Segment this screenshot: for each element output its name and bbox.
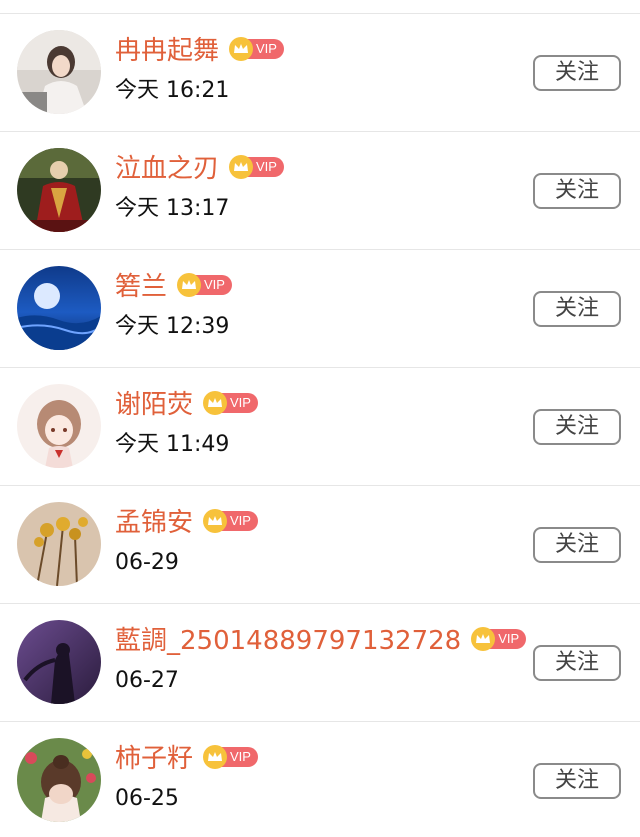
avatar[interactable] xyxy=(17,266,101,350)
follow-button[interactable]: 关注 xyxy=(533,173,621,209)
follow-time: 06-29 xyxy=(115,550,179,575)
avatar[interactable] xyxy=(17,148,101,232)
crown-icon xyxy=(229,154,254,179)
vip-badge: VIP xyxy=(203,744,258,769)
follow-button[interactable]: 关注 xyxy=(533,55,621,91)
user-name[interactable]: 藍調_25014889797132728 VIP xyxy=(115,625,527,657)
vip-badge: VIP xyxy=(177,272,232,297)
avatar[interactable] xyxy=(17,30,101,114)
follow-button[interactable]: 关注 xyxy=(533,409,621,445)
follow-button[interactable]: 关注 xyxy=(533,291,621,327)
follow-time: 今天 16:21 xyxy=(115,78,230,103)
vip-badge: VIP xyxy=(203,508,258,533)
crown-icon xyxy=(203,508,228,533)
follow-time: 今天 13:17 xyxy=(115,196,230,221)
user-name[interactable]: 孟锦安 VIP xyxy=(115,507,258,539)
user-name[interactable]: 谢陌荧 VIP xyxy=(115,389,258,421)
follow-button[interactable]: 关注 xyxy=(533,645,621,681)
user-name[interactable]: 冉冉起舞 VIP xyxy=(115,35,284,67)
follow-time: 06-27 xyxy=(115,668,179,693)
follower-list: 冉冉起舞 VIP 今天 16:21 关注 泣血之刃 VIP 今天 13:17 关注 xyxy=(0,0,640,837)
vip-badge: VIP xyxy=(471,626,527,651)
crown-icon xyxy=(203,744,228,769)
list-item[interactable]: 泣血之刃 VIP 今天 13:17 关注 xyxy=(0,132,640,250)
list-item[interactable]: 谢陌荧 VIP 今天 11:49 关注 xyxy=(0,368,640,486)
list-item[interactable]: 孟锦安 VIP 06-29 关注 xyxy=(0,486,640,604)
avatar[interactable] xyxy=(17,502,101,586)
user-name[interactable]: 泣血之刃 VIP xyxy=(115,153,284,185)
user-name[interactable]: 箬兰 VIP xyxy=(115,271,232,303)
follow-time: 今天 11:49 xyxy=(115,432,230,457)
vip-badge: VIP xyxy=(229,154,284,179)
user-name[interactable]: 柿子籽 VIP xyxy=(115,743,258,775)
crown-icon xyxy=(203,390,228,415)
avatar[interactable] xyxy=(17,738,101,822)
list-item[interactable]: 藍調_25014889797132728 VIP 06-27 关注 xyxy=(0,604,640,722)
crown-icon xyxy=(229,36,254,61)
crown-icon xyxy=(471,626,496,651)
avatar[interactable] xyxy=(17,384,101,468)
vip-badge: VIP xyxy=(229,36,284,61)
avatar[interactable] xyxy=(17,620,101,704)
list-item[interactable]: 柿子籽 VIP 06-25 关注 xyxy=(0,722,640,837)
list-item[interactable]: 箬兰 VIP 今天 12:39 关注 xyxy=(0,250,640,368)
vip-badge: VIP xyxy=(203,390,258,415)
follow-time: 今天 12:39 xyxy=(115,314,230,339)
list-item[interactable]: 冉冉起舞 VIP 今天 16:21 关注 xyxy=(0,14,640,132)
follow-time: 06-25 xyxy=(115,786,179,811)
follow-button[interactable]: 关注 xyxy=(533,527,621,563)
crown-icon xyxy=(177,272,202,297)
follow-button[interactable]: 关注 xyxy=(533,763,621,799)
